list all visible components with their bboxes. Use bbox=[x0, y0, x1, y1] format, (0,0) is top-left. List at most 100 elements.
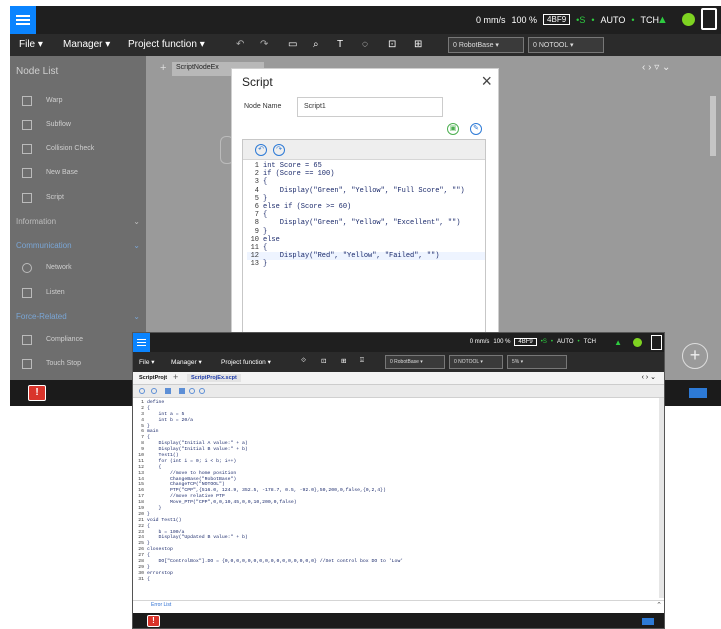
canvas-scrollbar[interactable] bbox=[710, 96, 716, 156]
project-function-menu[interactable]: Project function ▾ bbox=[221, 358, 271, 366]
base-select[interactable]: 0 RobotBase ▾ bbox=[385, 355, 445, 369]
script-dialog: Script × Node Name Script1 ▣ ✎ ↶ ↷ 1 int … bbox=[231, 68, 499, 337]
editor-toolbar: ↶ ↷ bbox=[243, 140, 485, 160]
error-icon[interactable]: ! bbox=[28, 385, 46, 401]
code-text: { bbox=[147, 523, 150, 529]
node-name-input[interactable]: Script1 bbox=[297, 97, 443, 117]
node-compliance[interactable]: Compliance bbox=[46, 336, 83, 343]
code-line[interactable]: 1 int Score = 65 bbox=[247, 162, 485, 170]
status-light-icon bbox=[682, 13, 695, 26]
save-script-icon[interactable]: ▣ bbox=[447, 123, 459, 135]
tab-script-project[interactable]: ScriptProjt bbox=[135, 374, 171, 382]
error-list-bar[interactable]: Error List ⌃ bbox=[133, 600, 664, 610]
display-icon[interactable]: ⊞ bbox=[341, 357, 346, 365]
tab-nav-icon[interactable]: ‹ › ⌄ bbox=[642, 373, 656, 381]
export-icon[interactable]: ⍗ bbox=[360, 357, 364, 365]
run-icon[interactable]: ⟐ bbox=[301, 357, 306, 365]
code-line[interactable]: 31{ bbox=[136, 577, 661, 583]
code-text: } bbox=[263, 260, 268, 269]
project-function-menu[interactable]: Project function ▾ bbox=[128, 39, 205, 50]
redo-small-icon[interactable] bbox=[199, 388, 205, 394]
hamburger-menu-icon[interactable] bbox=[133, 333, 150, 352]
base-select[interactable]: 0 RobotBase ▾ bbox=[448, 37, 524, 53]
tab-nav-icon[interactable]: ‹ › ▿ ⌄ bbox=[642, 62, 670, 73]
node-touch-stop[interactable]: Touch Stop bbox=[46, 360, 81, 367]
erase-icon[interactable]: ▭ bbox=[288, 39, 297, 50]
node-network[interactable]: Network bbox=[46, 264, 72, 271]
line-number: 12 bbox=[250, 252, 259, 261]
robot-code-badge: 4BF9 bbox=[514, 338, 537, 346]
add-tab-icon[interactable]: + bbox=[160, 62, 166, 74]
tab-script-file[interactable]: ScriptProjEx.scpt bbox=[187, 374, 241, 382]
search-icon[interactable]: ⌕ bbox=[313, 39, 319, 50]
code-text: ChangeTCP("NOTOOL") bbox=[147, 482, 225, 488]
error-icon[interactable]: ! bbox=[147, 615, 160, 627]
code-line[interactable]: 7{ bbox=[247, 211, 485, 219]
undo-icon[interactable] bbox=[139, 388, 145, 394]
comment-icon[interactable]: ◌ bbox=[362, 39, 368, 50]
code-text: //move to home position bbox=[147, 470, 237, 476]
code-line[interactable]: 3{ bbox=[247, 178, 485, 186]
speed-select[interactable]: 5% ▾ bbox=[507, 355, 567, 369]
code-line[interactable]: 11 { bbox=[247, 244, 485, 252]
node-subflow[interactable]: Subflow bbox=[46, 121, 71, 128]
undo-small-icon[interactable] bbox=[189, 388, 195, 394]
add-node-icon[interactable]: + bbox=[682, 343, 708, 369]
manager-menu[interactable]: Manager ▾ bbox=[63, 39, 110, 50]
code-line[interactable]: 8 Display("Green", "Yellow", "Excellent"… bbox=[247, 219, 485, 227]
add-tab-icon[interactable]: + bbox=[173, 372, 178, 382]
pendant-icon[interactable] bbox=[651, 335, 662, 350]
code-scrollbar[interactable] bbox=[659, 398, 664, 598]
edit-script-icon[interactable]: ✎ bbox=[470, 123, 482, 135]
tch-label: TCH bbox=[583, 339, 596, 345]
code-text: } bbox=[147, 506, 162, 512]
code-text: Display("Initial B value:" + b) bbox=[147, 447, 248, 453]
keyboard-icon[interactable] bbox=[689, 388, 707, 398]
file-menu[interactable]: File ▾ bbox=[19, 39, 43, 50]
code-line[interactable]: 10 else bbox=[247, 236, 485, 244]
hamburger-menu-icon[interactable] bbox=[10, 6, 36, 34]
node-script[interactable]: Script bbox=[46, 194, 64, 201]
script-editor[interactable]: ↶ ↷ 1 int Score = 65 2 if (Score == 100) 3{4… bbox=[242, 139, 486, 337]
save-icon[interactable] bbox=[165, 388, 171, 394]
node-warp[interactable]: Warp bbox=[46, 97, 62, 104]
node-collision-check[interactable]: Collision Check bbox=[46, 145, 94, 152]
project-code[interactable]: 1 define 2{3 int a = 54 int b = 20/a 5} 6 mai… bbox=[136, 400, 661, 583]
script-code[interactable]: 1 int Score = 65 2 if (Score == 100) 3{4 Dis… bbox=[247, 162, 485, 268]
section-information[interactable]: Information ⌄ bbox=[16, 217, 140, 226]
manager-menu[interactable]: Manager ▾ bbox=[171, 358, 202, 366]
tool-select[interactable]: 0 NOTOOL ▾ bbox=[528, 37, 604, 53]
redo-icon[interactable] bbox=[151, 388, 157, 394]
code-text: Display("Initial A value:" + a) bbox=[147, 441, 248, 447]
speed-percent: 100 % bbox=[493, 339, 511, 345]
redo-icon[interactable]: ↷ bbox=[273, 144, 285, 156]
line-number: 31 bbox=[138, 576, 144, 582]
section-force-related[interactable]: Force-Related ⌄ bbox=[16, 312, 140, 321]
copy-icon[interactable] bbox=[179, 388, 185, 394]
display-icon[interactable]: ⊞ bbox=[414, 39, 422, 50]
close-icon[interactable]: × bbox=[481, 71, 492, 92]
node-listen[interactable]: Listen bbox=[46, 289, 65, 296]
variables-icon[interactable]: T bbox=[337, 39, 343, 50]
file-menu[interactable]: File ▾ bbox=[139, 358, 155, 366]
code-text: { bbox=[263, 178, 268, 187]
io-icon[interactable]: ⊡ bbox=[321, 357, 326, 365]
code-line[interactable]: 9} bbox=[247, 228, 485, 236]
redo-icon[interactable]: ↷ bbox=[260, 39, 268, 50]
undo-icon[interactable]: ↶ bbox=[236, 39, 244, 50]
undo-icon[interactable]: ↶ bbox=[255, 144, 267, 156]
code-line[interactable]: 4 Display("Green", "Yellow", "Full Score… bbox=[247, 187, 485, 195]
code-line[interactable]: 2 if (Score == 100) bbox=[247, 170, 485, 178]
code-text: Test1() bbox=[147, 453, 179, 459]
tool-select[interactable]: 0 NOTOOL ▾ bbox=[449, 355, 503, 369]
pendant-icon[interactable] bbox=[701, 8, 717, 30]
io-icon[interactable]: ⊡ bbox=[388, 39, 396, 50]
section-communication[interactable]: Communication ⌄ bbox=[16, 241, 140, 250]
node-new-base[interactable]: New Base bbox=[46, 169, 78, 176]
chevron-up-icon[interactable]: ⌃ bbox=[656, 601, 662, 609]
code-line[interactable]: 13} bbox=[247, 260, 485, 268]
code-line[interactable]: 6 else if (Score >= 60) bbox=[247, 203, 485, 211]
code-line[interactable]: 5} bbox=[247, 195, 485, 203]
code-line[interactable]: 12 Display("Red", "Yellow", "Failed", ""… bbox=[247, 252, 485, 261]
keyboard-icon[interactable] bbox=[642, 618, 654, 625]
